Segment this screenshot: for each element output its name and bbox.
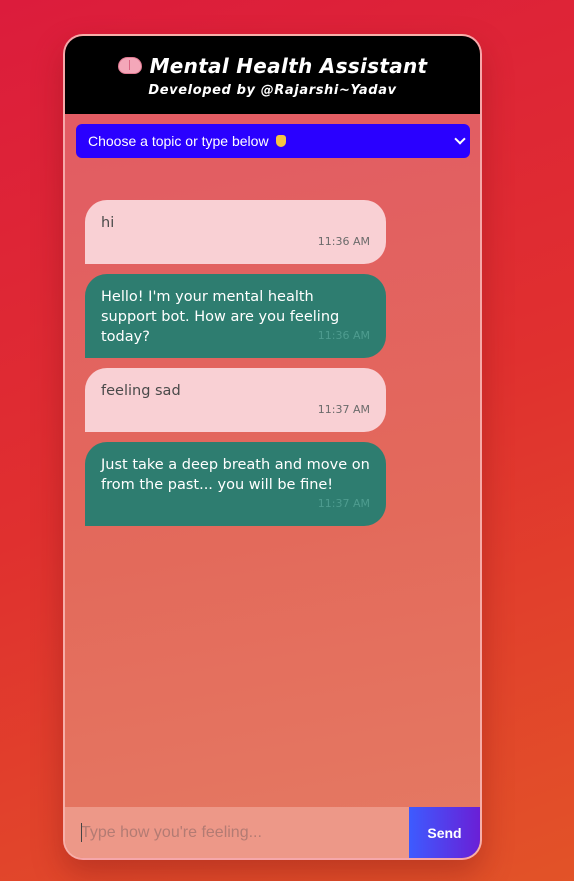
topic-dropdown[interactable]: Choose a topic or type below xyxy=(76,124,470,158)
message-text: hi xyxy=(101,215,115,231)
app-title: Mental Health Assistant xyxy=(149,54,428,78)
message-time: 11:36 AM xyxy=(317,235,370,248)
message-list: hi 11:36 AM Hello! I'm your mental healt… xyxy=(65,166,480,806)
chat-window: Mental Health Assistant Developed by @Ra… xyxy=(63,34,482,860)
message-text: Just take a deep breath and move on from… xyxy=(101,457,370,493)
brain-icon xyxy=(117,57,142,74)
chevron-down-icon[interactable] xyxy=(454,133,466,145)
text-caret xyxy=(81,823,82,842)
composer-bar: Send xyxy=(65,807,480,858)
user-message: hi 11:36 AM xyxy=(85,200,386,264)
message-text: feeling sad xyxy=(101,383,181,399)
message-time: 11:37 AM xyxy=(317,403,370,416)
header-title-row: Mental Health Assistant xyxy=(65,54,480,78)
bot-message: Just take a deep breath and move on from… xyxy=(85,442,386,526)
bot-message: Hello! I'm your mental health support bo… xyxy=(85,274,386,358)
message-time: 11:36 AM xyxy=(317,329,370,342)
message-time: 11:37 AM xyxy=(317,497,370,510)
message-input[interactable] xyxy=(65,807,411,858)
pointing-down-icon xyxy=(276,135,287,148)
chat-header: Mental Health Assistant Developed by @Ra… xyxy=(65,36,480,114)
user-message: feeling sad 11:37 AM xyxy=(85,368,386,432)
send-button[interactable]: Send xyxy=(409,807,480,858)
developer-credit: Developed by @Rajarshi~Yadav xyxy=(148,83,397,98)
topic-dropdown-value: Choose a topic or type below xyxy=(88,133,269,149)
